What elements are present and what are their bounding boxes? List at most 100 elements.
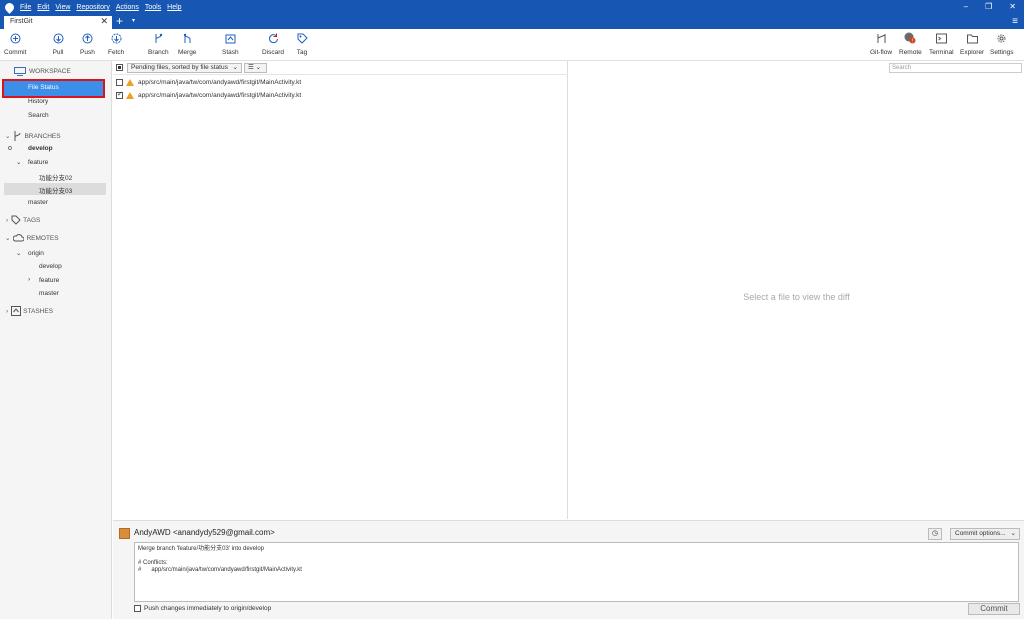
pull-button[interactable]: Pull [52, 32, 64, 56]
branches-header[interactable]: ⌄ BRANCHES [5, 131, 61, 141]
folder-icon [966, 32, 978, 44]
branch-button[interactable]: Branch [148, 32, 169, 56]
merge-button[interactable]: Merge [178, 32, 196, 56]
gitflow-button[interactable]: Git-flow [870, 32, 892, 56]
menu-tools[interactable]: Tools [145, 4, 161, 11]
branch-label: Branch [148, 49, 169, 56]
tags-label: TAGS [23, 216, 41, 224]
terminal-button[interactable]: Terminal [929, 32, 954, 56]
sidebar-item-develop[interactable]: develop [28, 145, 53, 152]
fetch-label: Fetch [108, 49, 125, 56]
tab-title: FirstGit [10, 18, 33, 25]
select-all-checkbox[interactable] [116, 64, 123, 71]
discard-label: Discard [262, 49, 285, 56]
sidebar-item-origin[interactable]: origin [28, 250, 44, 257]
tag-label: Tag [296, 49, 308, 56]
file-path: app/src/main/java/tw/com/andyawd/firstgi… [138, 79, 302, 86]
terminal-label: Terminal [929, 49, 954, 56]
commit-history-button[interactable]: ◷ [928, 528, 942, 540]
remote-label: Remote [899, 49, 922, 56]
workspace-label: WORKSPACE [29, 68, 71, 75]
view-mode-dropdown[interactable]: ☰ ⌄ [244, 63, 267, 73]
commit-submit-button[interactable]: Commit [968, 603, 1020, 615]
chevron-right-icon[interactable]: › [28, 276, 30, 283]
branches-label: BRANCHES [24, 132, 61, 140]
stashes-header[interactable]: › STASHES [6, 306, 53, 316]
commit-options-label: Commit options... [955, 530, 1006, 537]
sidebar-item-feature[interactable]: feature [28, 159, 48, 166]
commit-icon [9, 32, 21, 44]
merge-icon [181, 32, 193, 44]
remotes-label: REMOTES [26, 234, 59, 242]
workspace-header: WORKSPACE [14, 67, 71, 76]
monitor-icon [14, 67, 26, 76]
sort-dropdown-label: Pending files, sorted by file status [131, 64, 228, 71]
conflict-warning-icon [126, 79, 134, 86]
gear-icon [996, 32, 1008, 44]
menu-actions[interactable]: Actions [116, 4, 139, 11]
sidebar-item-search[interactable]: Search [28, 112, 49, 119]
sidebar-item-master[interactable]: master [28, 199, 48, 206]
sidebar-item-feature-02[interactable]: 功能分支02 [39, 172, 72, 182]
chevron-down-icon[interactable]: ⌄ [16, 249, 21, 257]
sidebar-item-origin-master[interactable]: master [39, 290, 59, 297]
remotes-header[interactable]: ⌄ REMOTES [5, 234, 59, 242]
commit-button[interactable]: Commit [4, 32, 26, 56]
fetch-button[interactable]: Fetch [108, 32, 124, 56]
settings-button[interactable]: Settings [990, 32, 1014, 56]
sidebar-item-feature-03[interactable]: 功能分支03 [39, 185, 72, 195]
branch-icon [152, 32, 164, 44]
chevron-down-icon: ⌄ [5, 235, 11, 242]
file-row[interactable]: app/src/main/java/tw/com/andyawd/firstgi… [113, 78, 568, 90]
empty-diff-message: Select a file to view the diff [743, 292, 850, 302]
sidebar-item-origin-develop[interactable]: develop [39, 263, 62, 270]
tab-close-icon[interactable]: ✕ [100, 16, 108, 27]
menu-file[interactable]: File [20, 4, 31, 11]
menu-view[interactable]: View [55, 4, 70, 11]
tab-firstgit[interactable]: FirstGit ✕ [4, 16, 112, 29]
highlight-box [2, 79, 105, 98]
discard-icon [267, 32, 279, 44]
file-row[interactable]: app/src/main/java/tw/com/andyawd/firstgi… [113, 90, 568, 103]
menu-edit[interactable]: Edit [37, 4, 49, 11]
search-input[interactable]: Search [889, 63, 1022, 73]
branch-icon [14, 131, 21, 141]
explorer-button[interactable]: Explorer [960, 32, 984, 56]
pull-label: Pull [52, 49, 64, 56]
sidebar-item-origin-feature[interactable]: feature [39, 277, 59, 284]
minimize-icon[interactable]: – [964, 2, 968, 11]
remote-button[interactable]: ! Remote [899, 32, 922, 56]
commit-options-dropdown[interactable]: Commit options... ⌄ [950, 528, 1020, 540]
current-branch-icon: o [8, 145, 12, 152]
push-button[interactable]: Push [80, 32, 95, 56]
stash-button[interactable]: Stash [222, 32, 239, 56]
file-filter-row: Pending files, sorted by file status ⌄ ☰… [113, 61, 568, 75]
sort-dropdown[interactable]: Pending files, sorted by file status ⌄ [127, 63, 242, 73]
svg-text:!: ! [912, 38, 913, 44]
menu-repository[interactable]: Repository [76, 4, 109, 11]
add-tab-icon[interactable]: + [116, 14, 123, 28]
stash-icon [224, 32, 236, 44]
tags-header[interactable]: › TAGS [6, 215, 40, 225]
file-checkbox[interactable] [116, 90, 123, 99]
chevron-right-icon: › [6, 216, 9, 224]
tab-menu-icon[interactable]: ▾ [132, 17, 135, 24]
commit-message-input[interactable]: Merge branch 'feature/功能分支03' into devel… [134, 542, 1019, 602]
menu-bar: File Edit View Repository Actions Tools … [20, 4, 182, 11]
clock-icon: ◷ [931, 530, 939, 537]
discard-button[interactable]: Discard [262, 32, 284, 56]
restore-icon[interactable]: ❐ [985, 2, 992, 11]
push-label: Push changes immediately to origin/devel… [144, 605, 272, 612]
push-checkbox[interactable] [134, 605, 141, 612]
sidebar-item-history[interactable]: History [28, 98, 48, 105]
close-icon[interactable]: ✕ [1009, 2, 1016, 11]
hamburger-menu-icon[interactable]: ≡ [1012, 16, 1018, 27]
terminal-icon [935, 32, 947, 44]
tag-button[interactable]: Tag [296, 32, 308, 56]
tab-bar: FirstGit ✕ + ▾ ≡ [0, 14, 1024, 29]
file-checkbox[interactable] [116, 79, 123, 86]
tag-icon [11, 215, 21, 225]
menu-help[interactable]: Help [167, 4, 181, 11]
chevron-down-icon[interactable]: ⌄ [16, 158, 21, 166]
push-option[interactable]: Push changes immediately to origin/devel… [134, 605, 271, 612]
